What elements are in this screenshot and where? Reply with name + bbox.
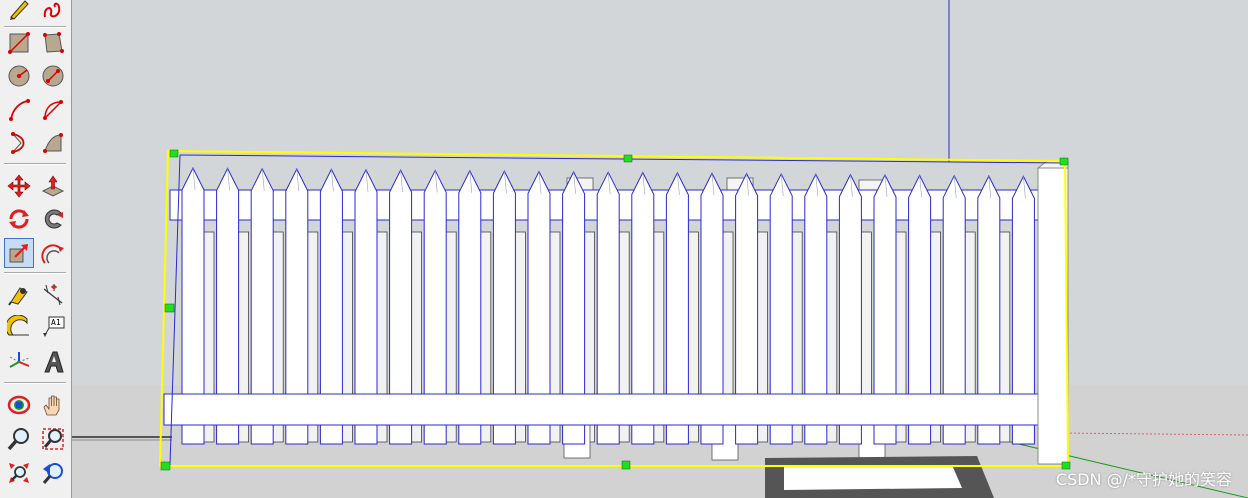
rectangle-icon[interactable] xyxy=(4,28,34,58)
zoom-window-icon[interactable] xyxy=(38,424,68,454)
follow-me-icon[interactable] xyxy=(38,204,68,234)
previous-view-icon[interactable] xyxy=(38,458,68,488)
circle-icon[interactable] xyxy=(4,61,34,91)
two-point-arc-icon[interactable] xyxy=(4,128,34,158)
scale-icon[interactable] xyxy=(4,238,34,268)
modeling-viewport[interactable]: CSDN @/*守护她的笑容 xyxy=(72,0,1248,498)
polygon-icon[interactable] xyxy=(38,61,68,91)
pan-icon[interactable] xyxy=(38,390,68,420)
tape-measure-icon[interactable] xyxy=(4,279,34,309)
move-icon[interactable] xyxy=(4,171,34,201)
zoom-extents-icon[interactable] xyxy=(4,458,34,488)
scale-grip-top-left[interactable] xyxy=(169,149,179,158)
end-post xyxy=(1037,167,1069,465)
svg-text:A1: A1 xyxy=(51,318,61,327)
text-icon[interactable]: A1 xyxy=(38,312,68,342)
3d-text-icon[interactable] xyxy=(38,347,68,377)
orbit-icon[interactable] xyxy=(4,390,34,420)
axes-icon[interactable] xyxy=(4,347,34,377)
three-point-arc-icon[interactable] xyxy=(38,128,68,158)
pencil-icon[interactable] xyxy=(4,0,34,24)
fence-scene xyxy=(72,0,1248,498)
scale-grip-left-middle[interactable] xyxy=(164,303,175,313)
watermark: CSDN @/*守护她的笑容 xyxy=(1055,470,1232,489)
scale-grip-top-middle[interactable] xyxy=(623,154,633,163)
arc-icon[interactable] xyxy=(4,95,34,125)
protractor-icon[interactable] xyxy=(4,312,34,342)
rotate-icon[interactable] xyxy=(4,204,34,234)
pie-icon[interactable] xyxy=(38,95,68,125)
scale-grip-bottom-left[interactable] xyxy=(160,461,171,471)
offset-icon[interactable] xyxy=(38,238,68,268)
scale-grip-top-right[interactable] xyxy=(1059,157,1069,166)
dimension-icon[interactable] xyxy=(38,279,68,309)
rotated-rectangle-icon[interactable] xyxy=(38,28,68,58)
scale-grip-bottom-middle[interactable] xyxy=(621,460,631,470)
push-pull-icon[interactable] xyxy=(38,171,68,201)
tool-palette: A1 xyxy=(0,0,72,498)
zoom-icon[interactable] xyxy=(4,424,34,454)
bottom-rail xyxy=(163,393,1041,426)
freehand-icon[interactable] xyxy=(38,0,68,24)
